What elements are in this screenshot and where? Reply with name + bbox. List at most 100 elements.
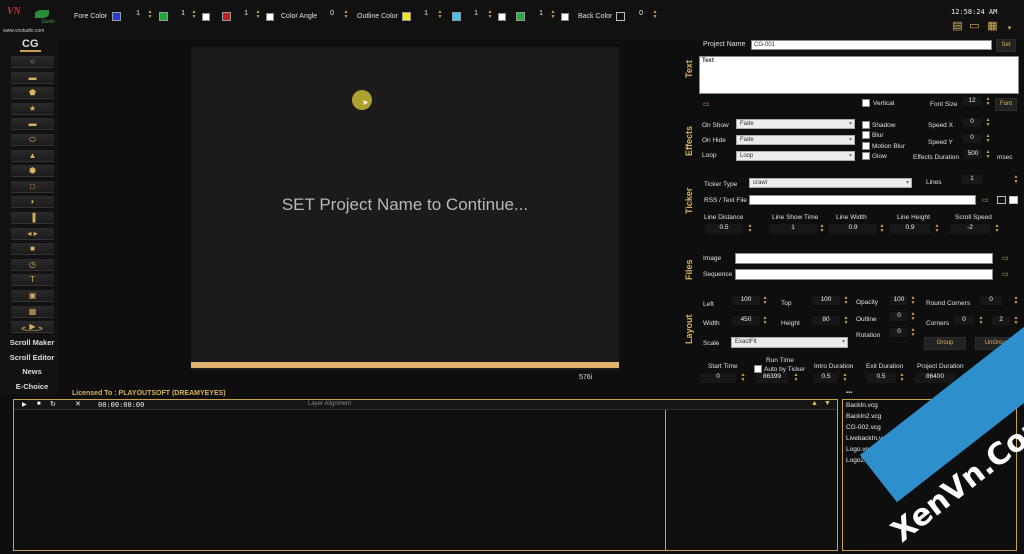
start-time-spinner[interactable]: ▲ ▼ — [740, 373, 746, 383]
speed-y-spinner[interactable]: ▲ ▼ — [985, 134, 991, 144]
line-height-spinner[interactable]: ▲ ▼ — [934, 224, 940, 234]
rss-color-swatch-1[interactable] — [997, 196, 1006, 204]
opacity-spinner[interactable]: ▲ ▼ — [910, 296, 916, 306]
exit-duration-value[interactable]: 0.5 — [866, 373, 896, 383]
outline-color-cyan-swatch[interactable] — [452, 12, 461, 21]
motion-blur-checkbox[interactable] — [862, 142, 870, 150]
opacity-value[interactable]: 100 — [890, 296, 908, 305]
outline-spinner[interactable]: ▲ ▼ — [910, 312, 916, 322]
file-list-item[interactable]: Logo2.vcg — [846, 457, 876, 464]
start-time-value[interactable]: 0 — [700, 373, 736, 383]
lines-spinner[interactable]: ▲ ▼ — [1013, 175, 1019, 185]
lines-value[interactable]: 1 — [962, 175, 982, 184]
play-icon[interactable]: ▶ — [22, 401, 27, 408]
speed-y-value[interactable]: 0 — [962, 134, 982, 143]
scroll-speed-value[interactable]: -2 — [950, 224, 990, 234]
line-height-value[interactable]: 0.9 — [890, 224, 930, 234]
film-tool-icon[interactable]: ▦ — [11, 305, 54, 318]
scroll-speed-spinner[interactable]: ▲ ▼ — [994, 224, 1000, 234]
effects-duration-spinner[interactable]: ▲ ▼ — [985, 150, 991, 160]
arrows-tool-icon[interactable]: ◂ ▸ — [11, 227, 54, 240]
rounded-square-tool-icon[interactable]: ■ — [11, 243, 54, 256]
file-list-item[interactable]: Logo.vcg — [846, 446, 872, 453]
outline-alpha-2[interactable]: 1 — [462, 10, 478, 17]
height-spinner[interactable]: ▲ ▼ — [843, 316, 849, 326]
fore-alpha-1[interactable]: 1 — [124, 10, 140, 17]
file-list-menu-icon[interactable]: ▪▪▪ — [846, 390, 852, 396]
save-icon[interactable]: ▦ — [986, 20, 999, 33]
round-corners-spinner[interactable]: ▲ ▼ — [1013, 296, 1019, 306]
ellipse-tool-icon[interactable]: ⬭ — [11, 134, 54, 146]
triangle-tool-icon[interactable]: ▲ — [11, 149, 54, 162]
fore-alpha-2-spinner[interactable]: ▲ ▼ — [191, 10, 197, 20]
line-show-time-value[interactable]: 1 — [769, 224, 817, 234]
speed-x-spinner[interactable]: ▲ ▼ — [985, 118, 991, 128]
left-spinner[interactable]: ▲ ▼ — [762, 296, 768, 306]
loop-select[interactable]: Loop — [736, 151, 855, 161]
project-duration-value[interactable]: 86400 — [915, 373, 955, 383]
outline-color-green-swatch[interactable] — [516, 12, 525, 21]
speed-x-value[interactable]: 0 — [962, 118, 982, 127]
top-value[interactable]: 100 — [812, 296, 840, 305]
rounded-rect-tool-icon[interactable]: ▬ — [11, 118, 54, 131]
fore-checkbox-2[interactable] — [266, 13, 274, 21]
news-button[interactable]: News — [5, 367, 59, 376]
run-time-value[interactable]: 86399 — [756, 373, 788, 383]
scroll-maker-button[interactable]: Scroll Maker — [5, 338, 59, 347]
corners-spinner-2[interactable]: ▲ ▼ — [1013, 316, 1019, 326]
fore-alpha-3-spinner[interactable]: ▲ ▼ — [255, 10, 261, 20]
rss-open-folder-icon[interactable]: ▭ — [982, 196, 989, 204]
pentagon-tool-icon[interactable]: ⬟ — [11, 87, 54, 100]
set-button[interactable]: Set — [996, 39, 1016, 52]
scroll-editor-button[interactable]: Scroll Editor — [5, 353, 59, 362]
preview-canvas[interactable]: SET Project Name to Continue... ➤ — [191, 47, 619, 370]
line-width-spinner[interactable]: ▲ ▼ — [879, 224, 885, 234]
hexagon-tool-icon[interactable]: ⬢ — [11, 165, 54, 178]
update-button[interactable]: Update — [975, 374, 1019, 387]
new-file-icon[interactable]: ▤ — [951, 20, 964, 33]
font-size-value[interactable]: 12 — [962, 97, 982, 106]
back-alpha[interactable]: 0 — [627, 10, 643, 17]
fore-color-green-swatch[interactable] — [159, 12, 168, 21]
glow-checkbox[interactable] — [862, 152, 870, 160]
stop-icon[interactable]: ■ — [37, 401, 41, 407]
circle-tool-icon[interactable]: ○ — [11, 56, 54, 68]
back-alpha-spinner[interactable]: ▲ ▼ — [652, 10, 658, 20]
effects-duration-value[interactable]: 500 — [964, 150, 982, 159]
corners-value-2[interactable]: 2 — [992, 316, 1010, 325]
shield-tool-icon[interactable]: ◗ — [11, 196, 54, 209]
intro-duration-spinner[interactable]: ▲ ▼ — [842, 373, 848, 383]
rotation-spinner[interactable]: ▲ ▼ — [910, 328, 916, 338]
image-tool-icon[interactable]: ▣ — [11, 290, 54, 302]
sequence-open-folder-icon[interactable]: ▭ — [1002, 270, 1009, 278]
font-button[interactable]: Font — [995, 98, 1017, 111]
fore-color-red-swatch[interactable] — [222, 12, 231, 21]
delete-icon[interactable]: ✕ — [75, 400, 81, 408]
image-file-input[interactable] — [735, 253, 993, 264]
move-up-icon[interactable]: ▲ — [811, 400, 818, 407]
line-distance-value[interactable]: 0.5 — [705, 224, 743, 234]
image-open-folder-icon[interactable]: ▭ — [1002, 254, 1009, 262]
fore-alpha-1-spinner[interactable]: ▲ ▼ — [147, 10, 153, 20]
height-value[interactable]: 80 — [812, 316, 840, 325]
group-button[interactable]: Group — [924, 337, 966, 350]
blur-checkbox[interactable] — [862, 131, 870, 139]
corners-value-1[interactable]: 0 — [954, 316, 974, 325]
loop-icon[interactable]: ↻ — [50, 400, 56, 408]
file-list-item[interactable]: BackIn2.vcg — [846, 413, 881, 420]
playback-progress[interactable] — [191, 362, 619, 368]
timeline-panel[interactable]: ▶ ■ ↻ ✕ 00:00:00:00 Layer Alignment ▲ ▼ — [13, 399, 838, 551]
fore-color-blue-swatch[interactable] — [112, 12, 121, 21]
rss-color-swatch-2[interactable] — [1009, 196, 1018, 204]
text-open-folder-icon[interactable]: ▭ — [703, 100, 710, 108]
on-hide-select[interactable]: Fade — [736, 135, 855, 145]
outline-alpha-2-spinner[interactable]: ▲ ▼ — [487, 10, 493, 20]
text-tool-icon[interactable]: T — [11, 274, 54, 287]
outline-color-yellow-swatch[interactable] — [402, 12, 411, 21]
file-list[interactable]: BackIn.vcg BackIn2.vcg CG-002.vcg LivebackI… — [842, 399, 1017, 551]
clock-tool-icon[interactable]: ◷ — [11, 258, 54, 271]
outline-value[interactable]: 0 — [890, 312, 908, 321]
corners-spinner-1[interactable]: ▲ ▼ — [978, 316, 984, 326]
outline-alpha-3-spinner[interactable]: ▲ ▼ — [550, 10, 556, 20]
scale-select[interactable]: ExactFit — [731, 337, 848, 348]
